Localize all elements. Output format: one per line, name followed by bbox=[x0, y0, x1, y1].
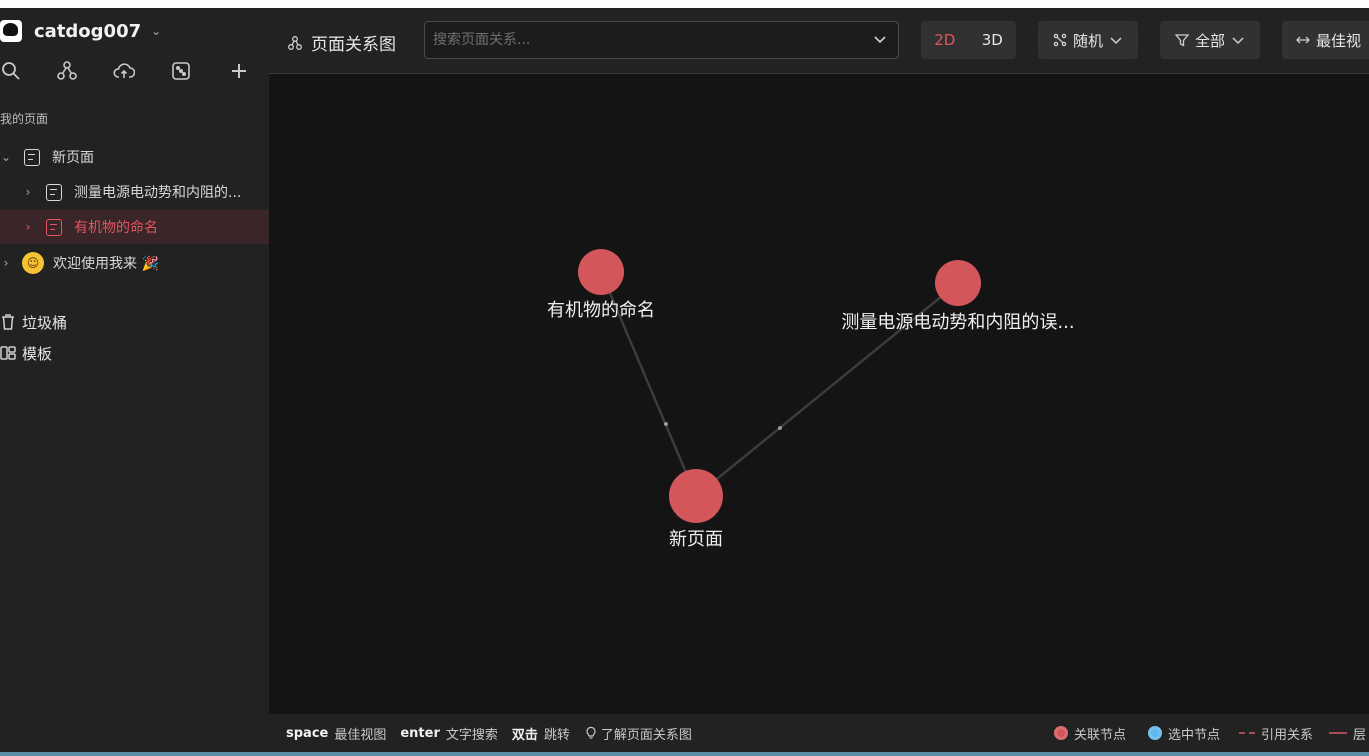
legend-label: 引用关系 bbox=[1261, 727, 1314, 743]
trash-icon bbox=[2, 314, 14, 330]
graph-toolbar: 页面关系图 2D 3D 随机 全部 最佳视 bbox=[269, 8, 1369, 74]
graph-node-label: 测量电源电动势和内阻的误... bbox=[841, 312, 1074, 333]
templates-label: 模板 bbox=[22, 344, 53, 363]
chevron-down-icon[interactable] bbox=[872, 31, 888, 47]
fit-view-button[interactable]: 最佳视 bbox=[1282, 21, 1369, 59]
legend-swatch bbox=[1054, 726, 1068, 740]
page-title-text: 页面关系图 bbox=[311, 35, 396, 55]
shortcut-key: 双击 bbox=[511, 727, 538, 743]
template-icon bbox=[0, 346, 16, 360]
sidebar-toolbar bbox=[0, 60, 269, 86]
legend-solid-line bbox=[1329, 732, 1347, 734]
workspace-switcher[interactable]: catdog007 ⌄ bbox=[0, 16, 161, 46]
app-window: catdog007 ⌄ 我的页面 ⌄ 新页面 › 测量电源电动势和内阻的... … bbox=[0, 8, 1369, 752]
workspace-name: catdog007 bbox=[34, 20, 142, 42]
legend-swatch bbox=[1148, 726, 1162, 740]
graph-node[interactable] bbox=[669, 469, 723, 523]
legend-dash-line bbox=[1239, 732, 1255, 734]
search-input[interactable] bbox=[433, 22, 853, 58]
section-label: 我的页面 bbox=[0, 112, 49, 126]
legend-related-node: 关联节点 bbox=[1054, 714, 1126, 752]
document-icon bbox=[24, 148, 40, 166]
graph-node-label: 新页面 bbox=[669, 529, 723, 550]
chevron-down-icon[interactable]: ⌄ bbox=[0, 150, 12, 164]
shortcut-key: space bbox=[286, 725, 329, 741]
edge-midpoint bbox=[778, 426, 782, 430]
tree-item-label: 欢迎使用我来 🎉 bbox=[53, 256, 159, 272]
chevron-down-icon: ⌄ bbox=[151, 24, 162, 38]
lightbulb-icon bbox=[586, 726, 596, 739]
os-taskbar bbox=[0, 752, 1369, 756]
chevron-right-icon[interactable]: › bbox=[0, 256, 12, 270]
graph-canvas[interactable]: 有机物的命名 测量电源电动势和内阻的误... 新页面 bbox=[269, 74, 1369, 714]
layout-button[interactable]: 随机 bbox=[1038, 21, 1138, 59]
trash-item[interactable]: 垃圾桶 bbox=[0, 311, 67, 333]
arrows-horizontal-icon bbox=[1296, 36, 1310, 44]
mode-2d-button[interactable]: 2D bbox=[921, 21, 969, 59]
tree-item-measure[interactable]: › 测量电源电动势和内阻的... bbox=[0, 175, 269, 209]
tree-item-label: 有机物的命名 bbox=[74, 220, 158, 236]
search-icon[interactable] bbox=[0, 60, 26, 86]
dice-icon[interactable] bbox=[170, 60, 196, 86]
chevron-right-icon[interactable]: › bbox=[22, 185, 34, 199]
learn-link[interactable]: 了解页面关系图 bbox=[584, 724, 692, 743]
avatar bbox=[0, 20, 22, 42]
shortcut-text: 跳转 bbox=[543, 727, 570, 743]
trash-label: 垃圾桶 bbox=[22, 313, 68, 332]
graph-icon bbox=[288, 35, 302, 50]
tree-item-label: 测量电源电动势和内阻的... bbox=[74, 185, 242, 201]
shuffle-icon bbox=[1053, 33, 1067, 47]
graph-node[interactable] bbox=[935, 260, 981, 306]
graph-icon[interactable] bbox=[56, 60, 82, 86]
shortcut-key: enter bbox=[400, 725, 440, 741]
templates-item[interactable]: 模板 bbox=[0, 342, 52, 364]
graph-node[interactable] bbox=[578, 249, 624, 295]
shortcut-text: 最佳视图 bbox=[334, 727, 387, 743]
legend-label: 关联节点 bbox=[1074, 727, 1127, 743]
filter-label: 全部 bbox=[1194, 31, 1225, 50]
edge-midpoint bbox=[664, 422, 668, 426]
legend-label: 层 bbox=[1353, 727, 1367, 743]
mode-3d-button[interactable]: 3D bbox=[969, 21, 1017, 59]
filter-button[interactable]: 全部 bbox=[1160, 21, 1260, 59]
document-icon bbox=[46, 218, 62, 236]
legend-hierarchy: 层 bbox=[1329, 714, 1366, 752]
graph-node-label: 有机物的命名 bbox=[547, 300, 655, 321]
smile-emoji-icon: ☺ bbox=[22, 252, 44, 274]
tree-item-new-page[interactable]: ⌄ 新页面 bbox=[0, 140, 269, 174]
graph-svg: 有机物的命名 测量电源电动势和内阻的误... 新页面 bbox=[547, 249, 1075, 550]
tree-item-label: 新页面 bbox=[52, 150, 94, 166]
legend-reference: 引用关系 bbox=[1239, 714, 1313, 752]
sidebar: catdog007 ⌄ 我的页面 ⌄ 新页面 › 测量电源电动势和内阻的... … bbox=[0, 8, 269, 752]
chevron-down-icon bbox=[1110, 37, 1122, 45]
layout-label: 随机 bbox=[1072, 31, 1103, 50]
tree-item-organic[interactable]: › 有机物的命名 bbox=[0, 210, 269, 244]
cloud-upload-icon[interactable] bbox=[113, 60, 139, 86]
view-mode-toggle: 2D 3D bbox=[921, 21, 1016, 59]
fit-view-label: 最佳视 bbox=[1316, 31, 1362, 50]
search-box[interactable] bbox=[424, 21, 899, 59]
chevron-down-icon bbox=[1232, 37, 1244, 45]
shortcut-text: 文字搜索 bbox=[445, 727, 498, 743]
add-icon[interactable] bbox=[228, 60, 254, 86]
filter-icon bbox=[1174, 34, 1189, 47]
tree-item-welcome[interactable]: › ☺ 欢迎使用我来 🎉 bbox=[0, 246, 269, 280]
legend-label: 选中节点 bbox=[1168, 727, 1221, 743]
status-bar: space 最佳视图 enter 文字搜索 双击 跳转 了解页面关系图 关联节点… bbox=[269, 714, 1369, 752]
page-title: 页面关系图 bbox=[287, 30, 396, 55]
legend-selected-node: 选中节点 bbox=[1148, 714, 1220, 752]
document-icon bbox=[46, 183, 62, 201]
learn-label: 了解页面关系图 bbox=[600, 727, 692, 743]
chevron-right-icon[interactable]: › bbox=[22, 220, 34, 234]
